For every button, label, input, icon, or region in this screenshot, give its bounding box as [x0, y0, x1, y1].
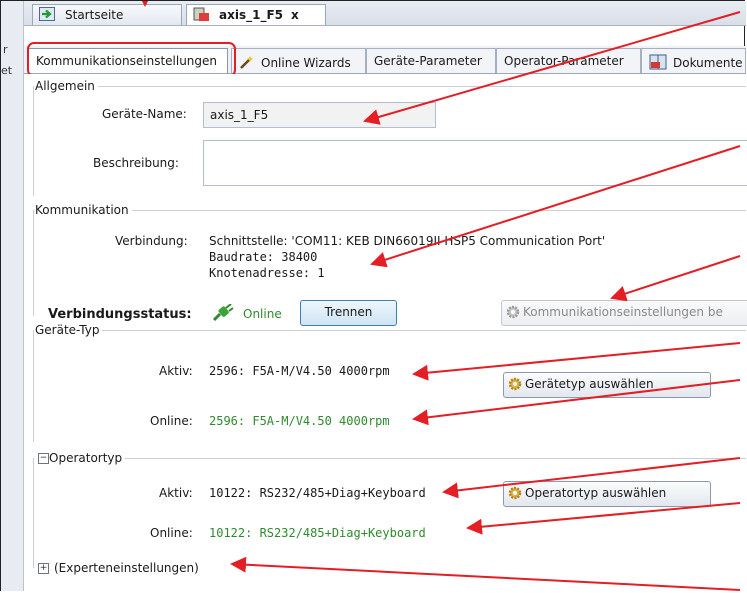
gear-icon: [506, 305, 520, 319]
tab-operator-parameter-label: Operator-Parameter: [504, 54, 624, 68]
device-name-label: Geräte-Name:: [102, 107, 187, 121]
tab-online-wizards[interactable]: Online Wizards: [231, 48, 366, 73]
select-device-type-button[interactable]: Gerätetyp auswählen: [503, 372, 711, 398]
device-type-online-value: 2596: F5A-M/V4.50 4000rpm: [209, 414, 390, 428]
tab-dokumente-label: Dokumente: [673, 56, 743, 70]
gear-icon: [508, 377, 522, 391]
operator-type-online-label: Online:: [150, 526, 193, 540]
highlight-box: [27, 42, 236, 77]
description-label: Beschreibung:: [93, 156, 179, 170]
document-book-icon: [649, 54, 667, 73]
expert-settings-expand-toggle[interactable]: +: [38, 563, 49, 574]
wand-icon: [239, 54, 255, 73]
left-panel-glyph: r: [3, 43, 8, 56]
tab-axis-1-f5-label: axis_1_F5: [219, 8, 283, 22]
connection-status-value: Online: [243, 307, 282, 321]
operatortyp-collapse-toggle[interactable]: −: [38, 453, 49, 464]
settings-panel: Allgemein Geräte-Name: axis_1_F5 Beschre…: [24, 74, 747, 592]
tab-dokumente[interactable]: Dokumente: [641, 48, 746, 73]
connection-status-label: Verbindungsstatus:: [48, 307, 192, 322]
device-type-active-label: Aktiv:: [159, 364, 193, 378]
connection-plug-icon: [212, 303, 234, 325]
tab-axis-1-f5[interactable]: axis_1_F5 x: [186, 4, 326, 25]
document-tab-bar: Startseite axis_1_F5 x: [24, 1, 746, 26]
group-border: [33, 210, 34, 316]
select-operator-type-label: Operatortyp auswählen: [525, 486, 667, 500]
select-device-type-label: Gerätetyp auswählen: [525, 377, 654, 391]
group-kommunikation: Kommunikation: [33, 203, 746, 217]
tab-startseite[interactable]: Startseite: [32, 4, 182, 25]
description-field[interactable]: [203, 140, 747, 186]
operator-type-online-value: 10122: RS232/485+Diag+Keyboard: [209, 526, 426, 540]
tab-operator-parameter[interactable]: Operator-Parameter: [496, 48, 641, 73]
operator-type-active-label: Aktiv:: [159, 486, 193, 500]
device-name-field[interactable]: axis_1_F5: [203, 102, 436, 128]
device-type-active-value: 2596: F5A-M/V4.50 4000rpm: [209, 364, 390, 378]
group-border: [33, 86, 34, 196]
tab-online-wizards-label: Online Wizards: [261, 56, 351, 70]
close-icon[interactable]: x: [291, 8, 299, 22]
operator-type-active-value: 10122: RS232/485+Diag+Keyboard: [209, 486, 426, 500]
group-geraete-typ-legend: Geräte-Typ: [33, 323, 103, 337]
gear-icon: [508, 486, 522, 500]
left-panel-glyph-2: et: [1, 64, 13, 77]
group-kommunikation-legend: Kommunikation: [33, 203, 132, 217]
communication-settings-label: Kommunikationseinstellungen be: [523, 305, 723, 319]
tab-startseite-label: Startseite: [65, 8, 124, 22]
connection-interface: Schnittstelle: 'COM11: KEB DIN66019II HS…: [209, 234, 606, 248]
connection-label: Verbindung:: [115, 234, 188, 248]
tab-geraete-parameter-label: Geräte-Parameter: [374, 54, 482, 68]
disconnect-button[interactable]: Trennen: [300, 300, 397, 326]
group-operatortyp: Operatortyp: [33, 451, 746, 465]
device-type-online-label: Online:: [150, 414, 193, 428]
left-panel-strip: r et: [1, 1, 24, 591]
group-border: [33, 458, 34, 568]
communication-settings-button[interactable]: Kommunikationseinstellungen be: [501, 300, 747, 326]
group-allgemein: Allgemein: [33, 79, 746, 93]
select-operator-type-button[interactable]: Operatortyp auswählen: [503, 481, 711, 507]
group-allgemein-legend: Allgemein: [33, 79, 98, 93]
device-icon: [193, 7, 209, 21]
group-border: [33, 330, 34, 442]
expert-settings-label[interactable]: (Experteneinstellungen): [54, 561, 199, 575]
connection-node-address: Knotenadresse: 1: [209, 266, 325, 280]
group-geraete-typ: Geräte-Typ: [33, 323, 746, 337]
tab-geraete-parameter[interactable]: Geräte-Parameter: [366, 48, 496, 73]
connection-baudrate: Baudrate: 38400: [209, 250, 318, 264]
home-arrow-icon: [39, 7, 55, 21]
